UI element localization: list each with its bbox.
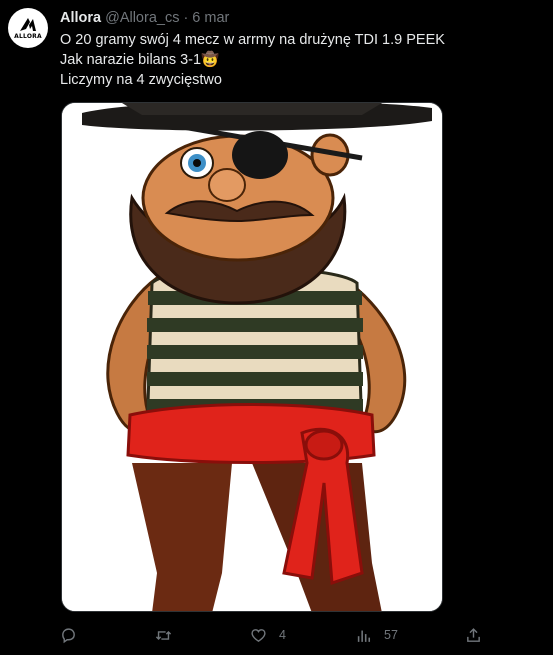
tweet-text-line: Jak narazie bilans 3-1🤠	[60, 52, 220, 68]
tweet-actions: 4 57	[60, 625, 490, 645]
heart-icon	[251, 628, 266, 642]
avatar-logo-text: ALLORA	[14, 33, 42, 40]
tweet-text-line: Liczymy na 4 zwycięstwo	[60, 72, 222, 88]
author-handle[interactable]: @Allora_cs	[105, 10, 179, 26]
reply-icon	[62, 627, 75, 643]
tweet-text: O 20 gramy swój 4 mecz w arrmy na drużyn…	[60, 30, 540, 90]
tweet-date[interactable]: 6 mar	[192, 10, 229, 26]
separator-dot: ·	[183, 10, 189, 26]
reply-button[interactable]	[60, 625, 77, 645]
tweet[interactable]: ALLORA Allora @Allora_cs · 6 mar O 20 gr…	[0, 0, 553, 655]
retweet-button[interactable]	[155, 625, 172, 645]
views-icon	[357, 630, 371, 642]
tweet-text-line: O 20 gramy swój 4 mecz w arrmy na drużyn…	[60, 32, 445, 48]
share-icon	[467, 627, 480, 642]
author-name[interactable]: Allora	[60, 10, 101, 26]
tweet-media[interactable]	[61, 102, 443, 612]
views-button[interactable]: 57	[355, 625, 398, 645]
avatar[interactable]: ALLORA	[8, 8, 48, 48]
allora-logo-icon	[20, 18, 36, 31]
tweet-header: Allora @Allora_cs · 6 mar	[60, 9, 229, 27]
cartoon-pirate-image	[62, 103, 442, 611]
views-count: 57	[384, 628, 398, 642]
like-button[interactable]: 4	[250, 625, 286, 645]
retweet-icon	[155, 630, 172, 640]
share-button[interactable]	[465, 625, 482, 645]
like-count: 4	[279, 628, 286, 642]
